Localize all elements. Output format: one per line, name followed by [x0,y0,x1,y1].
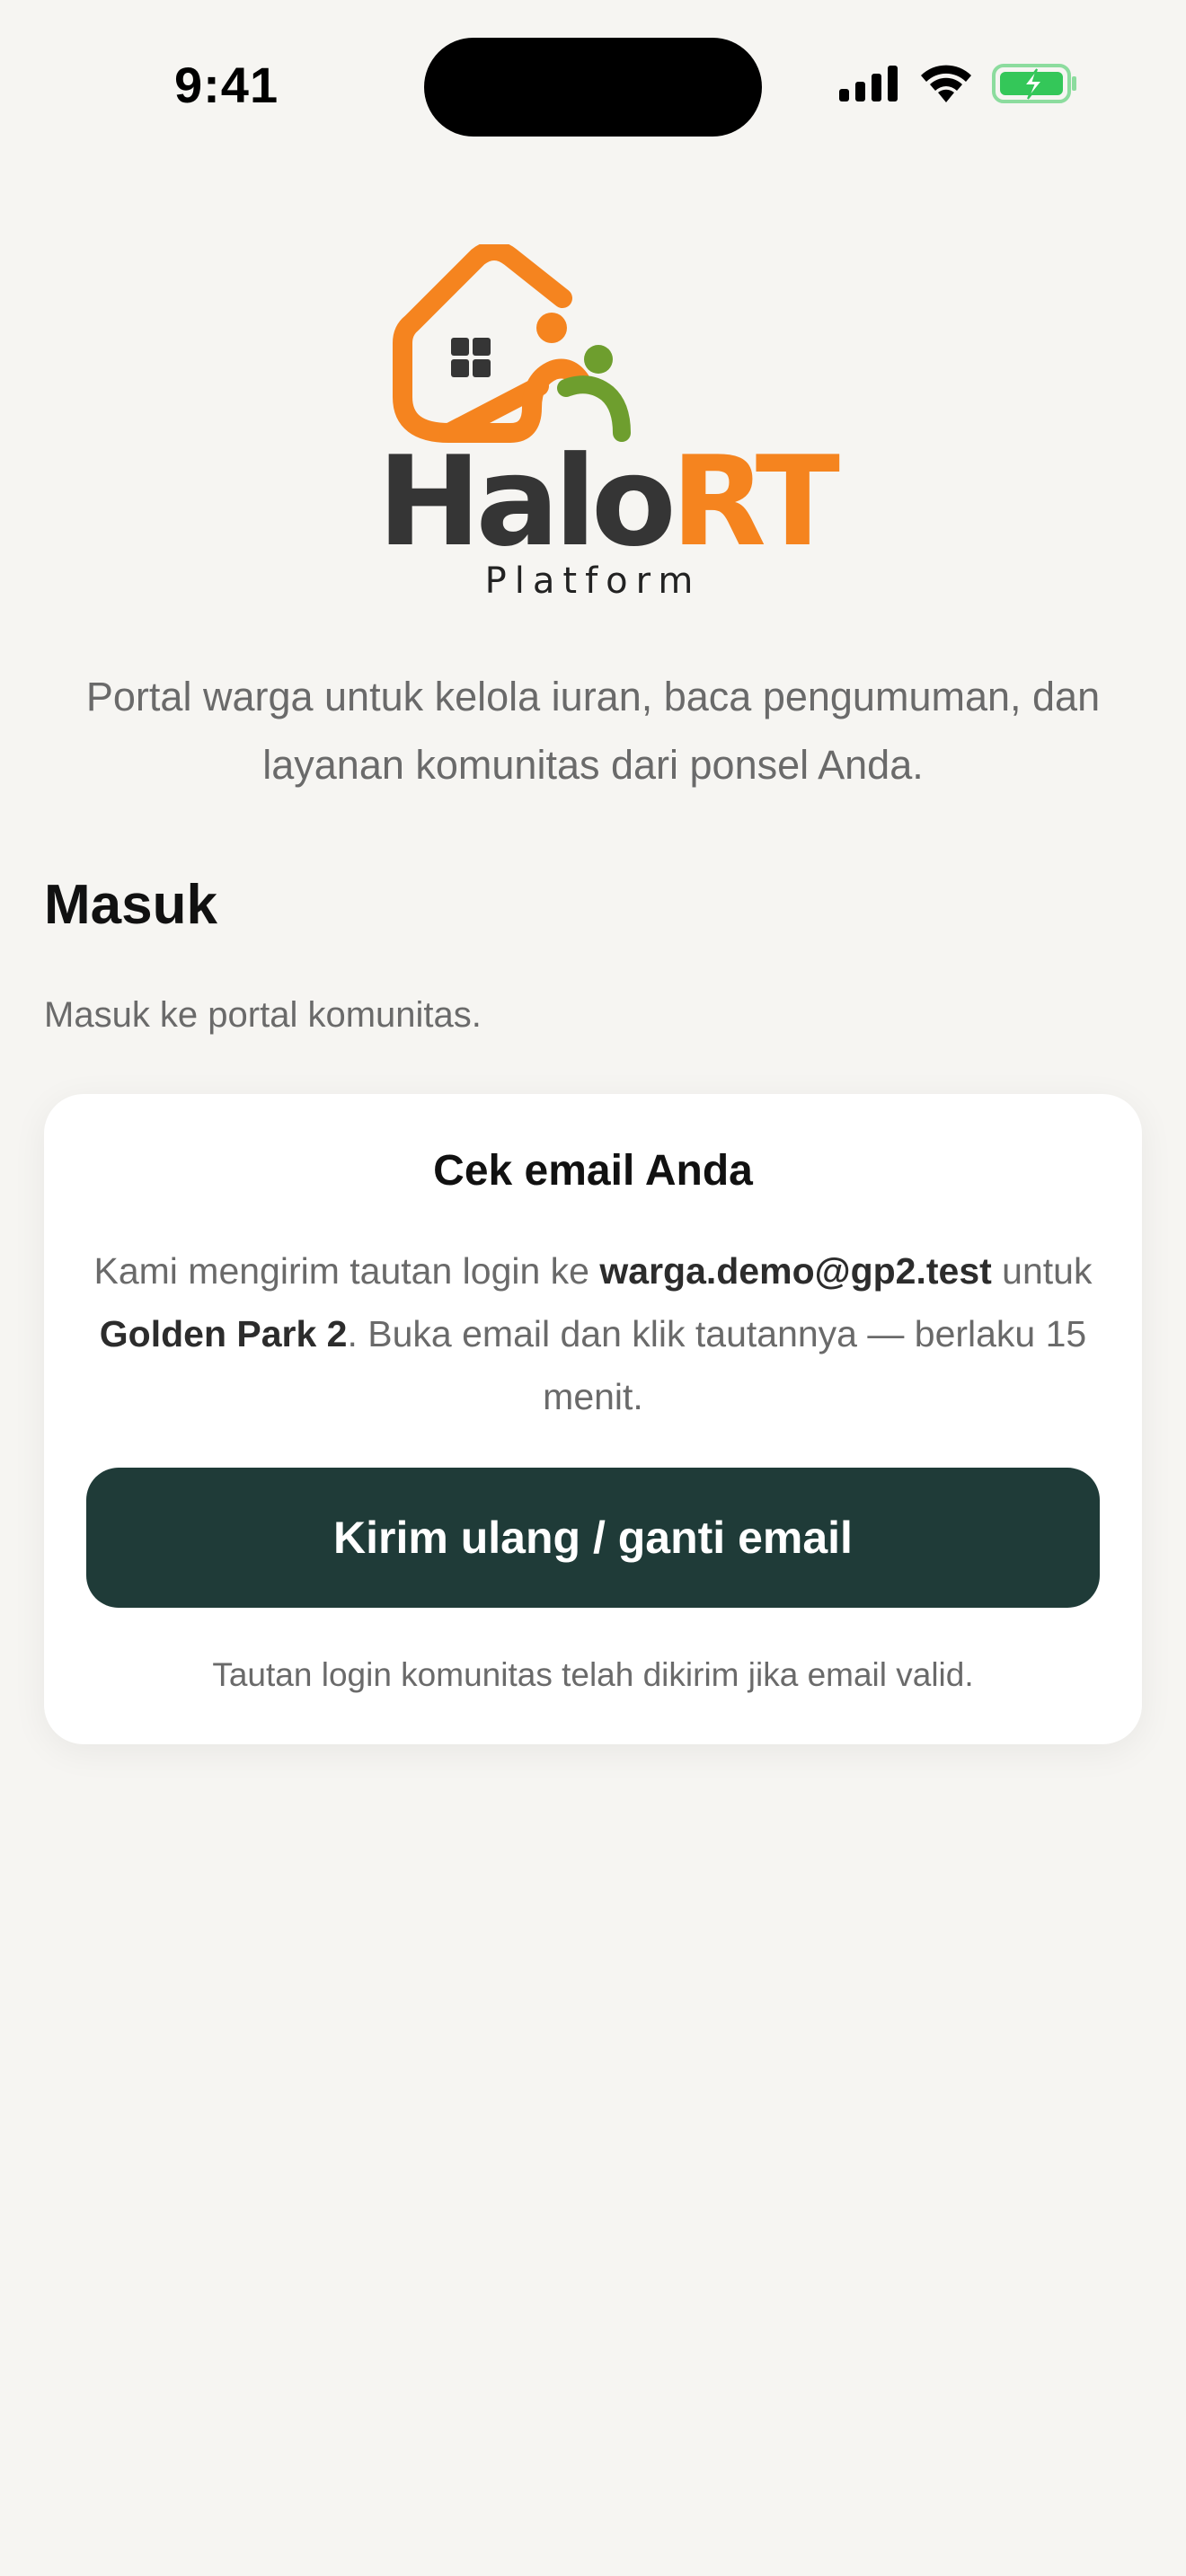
card-title: Cek email Anda [433,1147,753,1195]
status-icons [837,63,1078,108]
page-subtitle: Masuk ke portal komunitas. [44,995,482,1035]
status-bar: 9:41 [0,0,1186,153]
card-note: Tautan login komunitas telah dikirim jik… [212,1656,974,1693]
community-name: Golden Park 2 [99,1313,348,1354]
check-email-card: Cek email Anda Kami mengirim tautan logi… [44,1094,1142,1744]
dynamic-island [424,38,762,137]
brand-subtitle: Platform [484,560,702,602]
page-title: Masuk [44,874,217,936]
message-middle: untuk [991,1250,1093,1292]
house-people-logo-icon [393,244,631,443]
tagline: Portal warga untuk kelola iuran, baca pe… [85,674,1101,788]
message-prefix: Kami mengirim tautan login ke [93,1250,600,1292]
status-time: 9:41 [174,57,279,113]
halort-logo: HaloRT Platform [377,244,840,613]
email-address: warga.demo@gp2.test [599,1250,992,1292]
brand-halo: Halo [377,429,677,574]
message-suffix: . Buka email dan klik tautannya — berlak… [347,1313,1087,1417]
brand-wordmark: HaloRT [377,440,840,564]
battery-charging-icon [992,63,1078,109]
brand-rt: RT [670,429,840,574]
resend-change-email-button[interactable]: Kirim ulang / ganti email [86,1468,1100,1608]
card-message: Kami mengirim tautan login ke warga.demo… [89,1239,1097,1428]
cellular-signal-icon [837,64,900,108]
wifi-icon [918,63,974,109]
